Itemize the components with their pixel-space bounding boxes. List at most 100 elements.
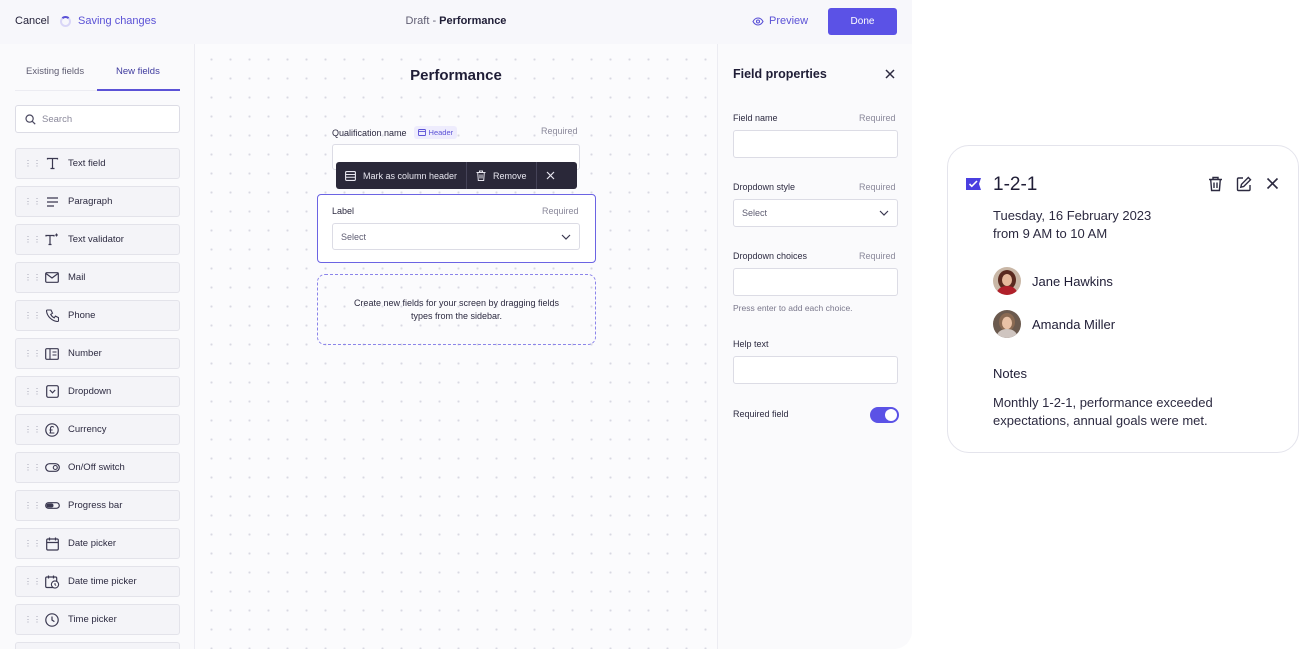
- field-type-list: ⋮⋮ Text field ⋮⋮ Paragraph ⋮⋮ Text valid…: [15, 148, 180, 649]
- close-icon[interactable]: [1265, 176, 1280, 191]
- drag-handle-icon[interactable]: ⋮⋮: [24, 273, 41, 281]
- field-item-date-time-picker[interactable]: ⋮⋮ Date time picker: [15, 566, 180, 597]
- required-field-toggle[interactable]: [870, 407, 899, 423]
- drag-handle-icon[interactable]: ⋮⋮: [24, 463, 41, 471]
- label-required-text: Required: [542, 206, 579, 216]
- mail-icon: [44, 270, 60, 286]
- drag-handle-icon[interactable]: ⋮⋮: [24, 235, 41, 243]
- sidebar-tabs: Existing fields New fields: [15, 62, 180, 91]
- drag-handle-icon[interactable]: ⋮⋮: [24, 311, 41, 319]
- field-item-text-validator[interactable]: ⋮⋮ Text validator: [15, 224, 180, 255]
- label-field-label: Label: [332, 206, 355, 216]
- header-badge-label: Header: [428, 128, 454, 137]
- drag-handle-icon[interactable]: ⋮⋮: [24, 425, 41, 433]
- field-item-label: Currency: [68, 424, 107, 435]
- number-icon: [44, 346, 60, 362]
- field-item-currency[interactable]: ⋮⋮ Currency: [15, 414, 180, 445]
- field-properties-panel: Field properties Field name Required Dro…: [717, 44, 912, 649]
- dropdown-style-label: Dropdown style: [733, 182, 796, 192]
- event-date: Tuesday, 16 February 2023: [993, 208, 1152, 223]
- field-item-label: Text validator: [68, 234, 124, 245]
- avatar: [993, 267, 1021, 295]
- field-item-label: Date time picker: [68, 576, 137, 587]
- calendar-icon: [44, 536, 60, 552]
- mark-column-header-button[interactable]: Mark as column header: [336, 162, 466, 189]
- draft-prefix: Draft -: [405, 15, 440, 27]
- field-item-text-field[interactable]: ⋮⋮ Text field: [15, 148, 180, 179]
- help-text-input[interactable]: [733, 356, 898, 384]
- drag-handle-icon[interactable]: ⋮⋮: [24, 197, 41, 205]
- attendee-name: Jane Hawkins: [1032, 273, 1113, 289]
- preview-button[interactable]: Preview: [752, 15, 808, 27]
- field-item-paragraph[interactable]: ⋮⋮ Paragraph: [15, 186, 180, 217]
- field-name-required: Required: [859, 113, 896, 123]
- label-select-dropdown[interactable]: Select: [332, 223, 580, 250]
- dropdown-choices-input[interactable]: [733, 268, 898, 296]
- remove-field-button[interactable]: Remove: [467, 162, 536, 189]
- drag-handle-icon[interactable]: ⋮⋮: [24, 539, 41, 547]
- qualification-label-text: Qualification name: [332, 127, 407, 138]
- drag-handle-icon[interactable]: ⋮⋮: [24, 501, 41, 509]
- field-item-label: Progress bar: [68, 500, 123, 511]
- event-card: 1-2-1 Tuesday, 16 February 2023 from 9 A…: [947, 145, 1299, 453]
- drag-handle-icon[interactable]: ⋮⋮: [24, 159, 41, 167]
- field-item-time-picker[interactable]: ⋮⋮ Time picker: [15, 604, 180, 635]
- field-drop-zone[interactable]: Create new fields for your screen by dra…: [317, 274, 596, 345]
- field-item-label: Phone: [68, 310, 96, 321]
- close-icon[interactable]: [883, 67, 897, 81]
- field-item-phone[interactable]: ⋮⋮ Phone: [15, 300, 180, 331]
- field-item-label: Number: [68, 348, 102, 359]
- search-placeholder: Search: [42, 113, 73, 125]
- dropdown-choices-label: Dropdown choices: [733, 251, 808, 261]
- paragraph-icon: [44, 194, 60, 210]
- attendee[interactable]: Amanda Miller: [993, 310, 1115, 338]
- tab-new-fields[interactable]: New fields: [116, 66, 160, 77]
- drag-handle-icon[interactable]: ⋮⋮: [24, 349, 41, 357]
- active-tab-indicator: [97, 89, 180, 91]
- avatar: [993, 310, 1021, 338]
- drag-handle-icon[interactable]: ⋮⋮: [24, 615, 41, 623]
- trash-icon: [476, 170, 486, 181]
- qualification-required-label: Required: [541, 126, 578, 136]
- calendar-clock-icon: [44, 574, 60, 590]
- event-datetime: Tuesday, 16 February 2023 from 9 AM to 1…: [993, 207, 1151, 243]
- field-name-input[interactable]: [733, 130, 898, 158]
- dropdown-style-select[interactable]: Select: [733, 199, 898, 227]
- field-item-number[interactable]: ⋮⋮ Number: [15, 338, 180, 369]
- trash-icon[interactable]: [1208, 176, 1223, 192]
- top-bar: Cancel Saving changes Draft - Performanc…: [0, 0, 912, 44]
- drop-zone-text: Create new fields for your screen by dra…: [353, 297, 560, 321]
- progress-icon: [44, 498, 60, 514]
- field-item-date-picker[interactable]: ⋮⋮ Date picker: [15, 528, 180, 559]
- search-input[interactable]: Search: [15, 105, 180, 133]
- label-select-value: Select: [341, 231, 367, 242]
- field-name-label: Field name: [733, 113, 778, 123]
- field-item-progress-bar[interactable]: ⋮⋮ Progress bar: [15, 490, 180, 521]
- form-title: Performance: [410, 67, 502, 84]
- close-toolbar-button[interactable]: [537, 162, 564, 189]
- form-builder-window: Cancel Saving changes Draft - Performanc…: [0, 0, 912, 649]
- done-button[interactable]: Done: [828, 8, 897, 35]
- field-item-dropdown[interactable]: ⋮⋮ Dropdown: [15, 376, 180, 407]
- attendee-name: Amanda Miller: [1032, 316, 1116, 332]
- field-item-mail[interactable]: ⋮⋮ Mail: [15, 262, 180, 293]
- event-time: from 9 AM to 10 AM: [993, 226, 1108, 241]
- header-badge: Header: [413, 126, 458, 139]
- notes-heading: Notes: [993, 366, 1027, 381]
- event-actions: [1208, 176, 1280, 192]
- tab-existing-fields[interactable]: Existing fields: [26, 66, 84, 77]
- dropdown-choices-required: Required: [859, 251, 896, 261]
- notes-text: Monthly 1-2-1, performance exceeded expe…: [993, 395, 1213, 428]
- required-field-label: Required field: [733, 409, 789, 419]
- drag-handle-icon[interactable]: ⋮⋮: [24, 577, 41, 585]
- field-item-label: Dropdown: [68, 386, 112, 397]
- field-item-on-off-switch[interactable]: ⋮⋮ On/Off switch: [15, 452, 180, 483]
- drag-handle-icon[interactable]: ⋮⋮: [24, 387, 41, 395]
- phone-icon: [44, 308, 60, 324]
- attendee[interactable]: Jane Hawkins: [993, 267, 1113, 295]
- edit-icon[interactable]: [1236, 176, 1252, 192]
- chevron-down-icon: [561, 234, 571, 240]
- dropdown-icon: [44, 384, 60, 400]
- selected-dropdown-field[interactable]: Label Required Select: [317, 194, 596, 263]
- field-item-label: Time picker: [68, 614, 117, 625]
